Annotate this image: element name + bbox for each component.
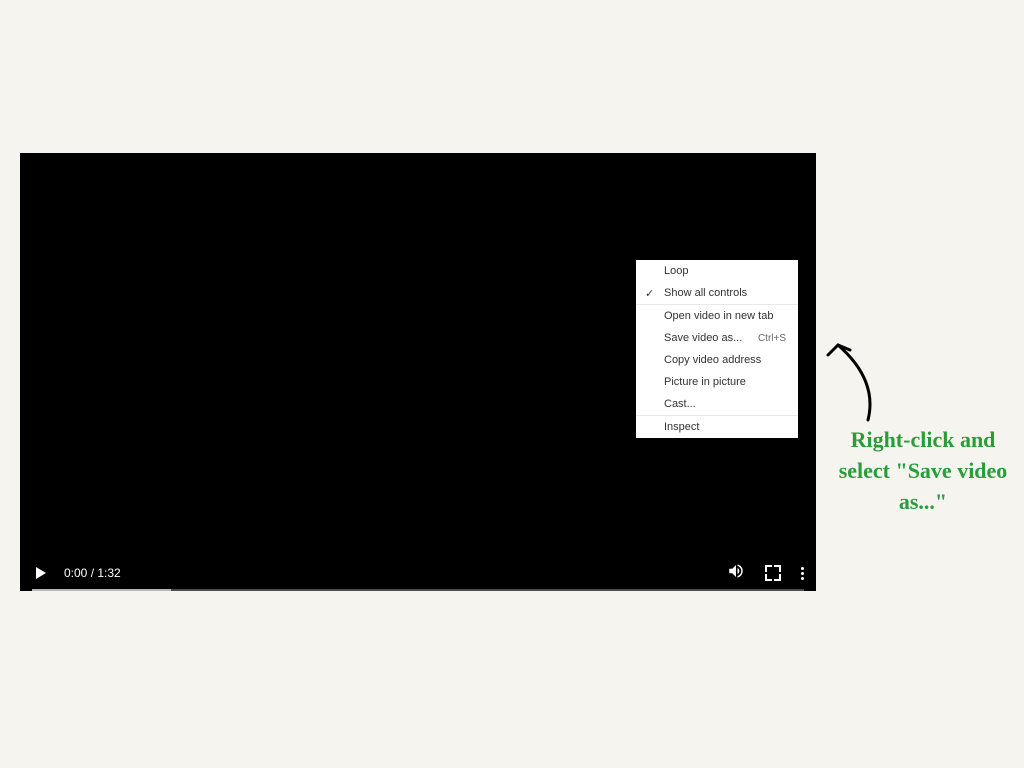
check-icon: ✓ (645, 287, 654, 300)
annotation-text: Right-click and select "Save video as...… (828, 425, 1018, 517)
menu-section-3: Inspect (636, 416, 798, 438)
menu-item-copy-address[interactable]: Copy video address (636, 349, 798, 371)
dot-icon (801, 577, 804, 580)
menu-item-loop[interactable]: Loop (636, 260, 798, 282)
menu-label: Show all controls (664, 287, 747, 299)
progress-fill (32, 589, 171, 591)
menu-item-pip[interactable]: Picture in picture (636, 371, 798, 393)
context-menu: Loop ✓ Show all controls Open video in n… (636, 260, 798, 438)
menu-label: Open video in new tab (664, 310, 773, 322)
menu-label: Inspect (664, 421, 699, 433)
fullscreen-button[interactable] (765, 565, 781, 581)
menu-label: Cast... (664, 398, 696, 410)
play-icon (36, 567, 46, 579)
menu-item-show-controls[interactable]: ✓ Show all controls (636, 282, 798, 304)
menu-section-1: Loop ✓ Show all controls (636, 260, 798, 305)
dot-icon (801, 572, 804, 575)
menu-label: Loop (664, 265, 688, 277)
menu-item-save-as[interactable]: Save video as... Ctrl+S (636, 327, 798, 349)
volume-icon (727, 562, 745, 580)
fullscreen-icon (765, 565, 781, 581)
dot-icon (801, 567, 804, 570)
more-options-button[interactable] (801, 567, 804, 580)
menu-label: Picture in picture (664, 376, 746, 388)
menu-item-cast[interactable]: Cast... (636, 393, 798, 415)
volume-button[interactable] (727, 562, 745, 585)
time-display: 0:00 / 1:32 (64, 566, 121, 580)
menu-section-2: Open video in new tab Save video as... C… (636, 305, 798, 416)
controls-right-group (727, 562, 804, 585)
play-button[interactable] (32, 564, 50, 582)
menu-item-inspect[interactable]: Inspect (636, 416, 798, 438)
annotation-arrow (808, 330, 888, 430)
video-controls-bar: 0:00 / 1:32 (20, 555, 816, 591)
menu-label: Copy video address (664, 354, 761, 366)
progress-bar[interactable] (32, 589, 804, 591)
menu-item-open-new-tab[interactable]: Open video in new tab (636, 305, 798, 327)
menu-shortcut: Ctrl+S (758, 333, 786, 344)
menu-label: Save video as... (664, 332, 742, 344)
